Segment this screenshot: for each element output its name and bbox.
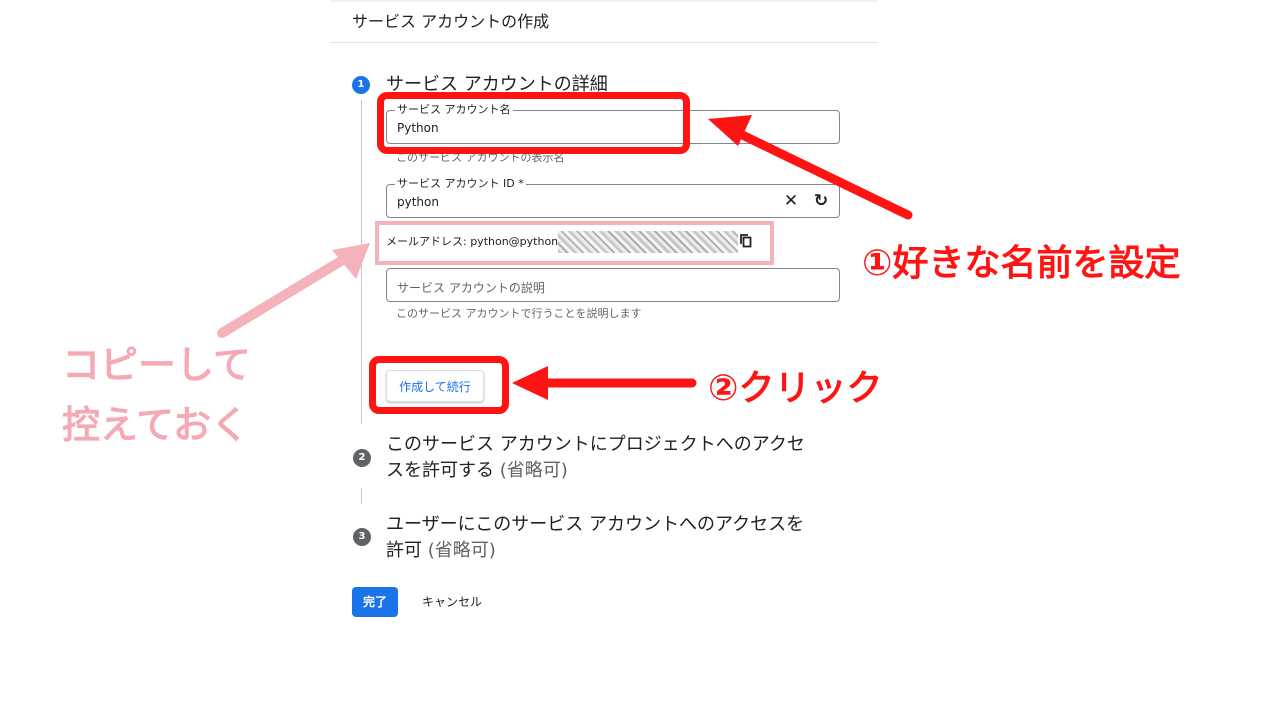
annotation-click: ②クリック bbox=[708, 368, 883, 409]
annotation-copy-line2: 控えておく bbox=[62, 403, 249, 447]
annotation-set-name: ①好きな名前を設定 bbox=[862, 243, 1181, 284]
annotation-copy-line1: コピーして bbox=[62, 343, 251, 387]
